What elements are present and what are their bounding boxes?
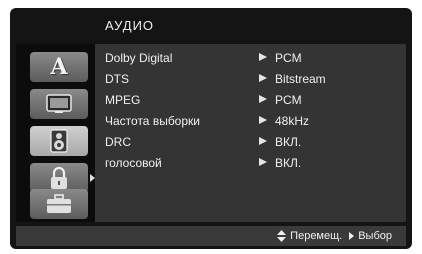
setting-row-sample-rate[interactable]: Частота выборки 48kHz [105,112,405,130]
setting-arrow-icon [259,74,267,82]
speaker-icon [50,129,68,153]
setting-arrow-icon [259,95,267,103]
setup-menu-screen: АУДИО A Dolby Digital PCM DTS Bitstream … [10,8,412,249]
help-bar: Перемещ. Выбор [16,226,406,246]
display-icon [46,94,72,113]
setting-label: DRC [105,135,131,149]
setting-arrow-icon [259,116,267,124]
briefcase-icon [47,194,71,213]
setting-arrow-icon [259,137,267,145]
move-hint: Перемещ. [290,230,343,242]
setting-label: голосовой [105,156,162,170]
setting-value: PCM [275,51,302,65]
setting-row-dts[interactable]: DTS Bitstream [105,70,405,88]
right-arrow-icon [349,232,355,240]
select-hint: Выбор [358,230,392,242]
setting-label: MPEG [105,93,141,107]
sidebar-item-language[interactable]: A [30,52,88,82]
setting-label: Dolby Digital [105,51,173,65]
setting-row-dolby-digital[interactable]: Dolby Digital PCM [105,49,405,67]
sidebar-item-others[interactable] [30,189,88,219]
page-title: АУДИО [105,18,155,33]
setting-arrow-icon [259,158,267,166]
setting-arrow-icon [259,53,267,61]
setting-label: DTS [105,72,129,86]
sidebar-item-display[interactable] [30,89,88,119]
setting-label: Частота выборки [105,114,200,128]
setting-value: Bitstream [275,72,326,86]
setting-row-drc[interactable]: DRC ВКЛ. [105,133,405,151]
setting-value: ВКЛ. [275,135,302,149]
selected-item-indicator [90,174,95,182]
setting-value: PCM [275,93,302,107]
setting-row-mpeg[interactable]: MPEG PCM [105,91,405,109]
sidebar-item-audio[interactable] [30,126,88,156]
setting-row-vocal[interactable]: голосовой ВКЛ. [105,154,405,172]
setting-value: ВКЛ. [275,156,302,170]
lock-icon [51,166,67,189]
setting-value: 48kHz [275,114,310,128]
sidebar: A [16,44,95,222]
up-down-arrows-icon [277,230,287,242]
language-icon: A [50,54,68,80]
